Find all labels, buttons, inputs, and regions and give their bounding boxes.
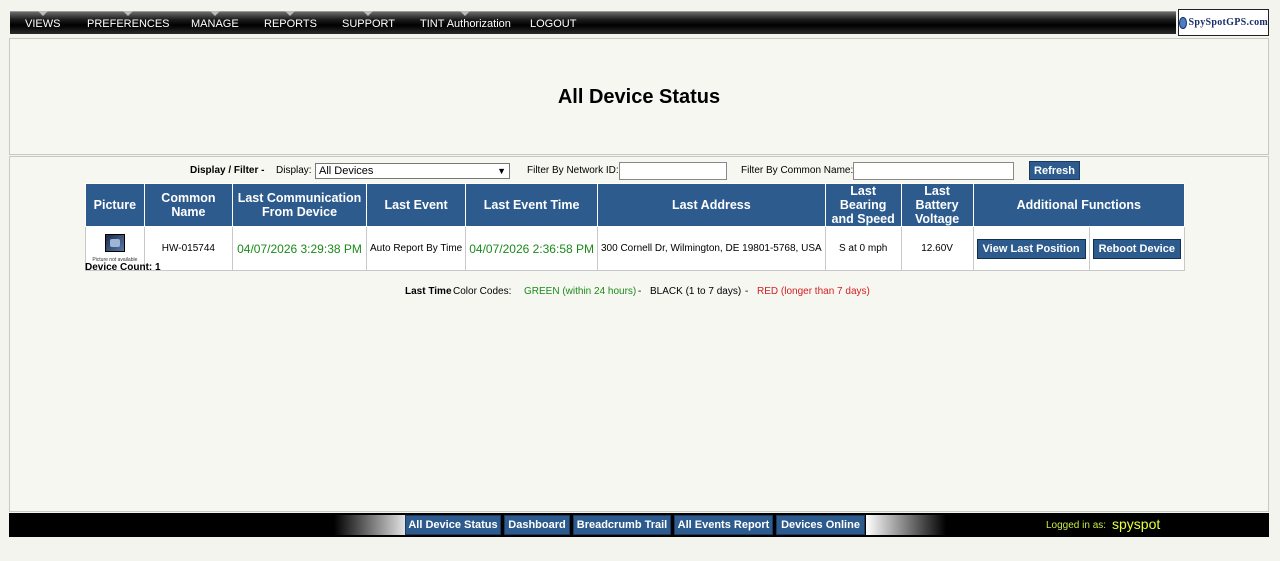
nav-tint-label: TINT Authorization: [420, 18, 511, 30]
legend-green: GREEN (within 24 hours): [524, 286, 637, 297]
cell-bearing-speed: S at 0 mph: [824, 226, 902, 271]
cell-view-position: View Last Position: [972, 226, 1090, 271]
legend-red: RED (longer than 7 days): [757, 286, 870, 297]
header-battery-voltage: Last Battery Voltage: [900, 183, 974, 227]
nav-preferences-label: PREFERENCES: [87, 18, 170, 30]
bottom-all-events-report-button[interactable]: All Events Report: [674, 515, 773, 535]
legend-separator: -: [638, 286, 642, 297]
header-last-communication: Last Communication From Device: [232, 183, 367, 227]
header-additional-functions: Additional Functions: [972, 183, 1186, 227]
caret-icon: [123, 11, 134, 16]
legend-separator: -: [745, 286, 749, 297]
bottom-breadcrumb-trail-button[interactable]: Breadcrumb Trail: [573, 515, 671, 535]
device-count: Device Count: 1: [85, 262, 161, 273]
nav-tint-authorization[interactable]: TINT Authorization: [420, 11, 511, 30]
filter-heading: Display / Filter -: [190, 165, 265, 176]
legend-black: BLACK (1 to 7 days): [650, 286, 742, 297]
title-panel: All Device Status: [9, 38, 1269, 155]
bottom-all-device-status-button[interactable]: All Device Status: [405, 515, 501, 535]
header-picture: Picture: [85, 183, 145, 227]
bottom-devices-online-button[interactable]: Devices Online: [776, 515, 865, 535]
top-nav-bar: VIEWS PREFERENCES MANAGE REPORTS SUPPORT…: [10, 11, 1176, 34]
nav-manage[interactable]: MANAGE: [191, 11, 239, 30]
bottom-dashboard-button[interactable]: Dashboard: [504, 515, 570, 535]
view-last-position-button[interactable]: View Last Position: [976, 238, 1086, 259]
refresh-button[interactable]: Refresh: [1029, 161, 1080, 180]
nav-reports-label: REPORTS: [264, 18, 317, 30]
caret-icon: [37, 11, 48, 16]
table-header-row: Picture Common Name Last Communication F…: [85, 183, 1186, 227]
display-select-value: All Devices: [319, 165, 374, 177]
header-last-address: Last Address: [597, 183, 826, 227]
nav-support-label: SUPPORT: [342, 18, 395, 30]
page-title: All Device Status: [557, 86, 721, 108]
cell-last-event-time: 04/07/2026 2:36:58 PM: [465, 226, 598, 271]
nav-manage-label: MANAGE: [191, 18, 239, 30]
gradient-divider: [334, 515, 414, 535]
nav-support[interactable]: SUPPORT: [342, 11, 395, 30]
nav-preferences[interactable]: PREFERENCES: [87, 11, 170, 30]
nav-logout-label: LOGOUT: [530, 18, 577, 30]
bottom-bar: All Device Status Dashboard Breadcrumb T…: [9, 513, 1269, 537]
header-bearing-speed: Last Bearing and Speed: [824, 183, 902, 227]
cell-reboot: Reboot Device: [1088, 226, 1186, 271]
cell-last-communication: 04/07/2026 3:29:38 PM: [232, 226, 367, 271]
caret-icon: [285, 11, 296, 16]
display-select[interactable]: All Devices ▼: [315, 163, 510, 179]
common-name-input[interactable]: [853, 162, 1014, 180]
gradient-divider: [866, 515, 946, 535]
spyspotgps-logo[interactable]: SpySpotGPS.com: [1178, 9, 1269, 36]
header-common-name: Common Name: [143, 183, 234, 227]
nav-reports[interactable]: REPORTS: [264, 11, 317, 30]
picture-placeholder-icon: [104, 234, 125, 252]
nav-views[interactable]: VIEWS: [25, 11, 61, 30]
display-label: Display:: [276, 165, 312, 176]
cell-last-address: 300 Cornell Dr, Wilmington, DE 19801-576…: [597, 226, 826, 271]
caret-icon: [363, 11, 374, 16]
legend-label: Color Codes:: [453, 286, 512, 297]
header-last-event-time: Last Event Time: [465, 183, 598, 227]
logged-in-label: Logged in as:: [1046, 520, 1107, 531]
cell-last-event: Auto Report By Time: [365, 226, 467, 271]
common-name-label: Filter By Common Name:: [741, 165, 854, 176]
logged-in-username: spyspot: [1112, 516, 1161, 532]
caret-icon: [209, 11, 220, 16]
logo-text: SpySpotGPS.com: [1188, 17, 1268, 28]
chevron-down-icon: ▼: [497, 166, 506, 176]
cell-battery-voltage: 12.60V: [900, 226, 974, 271]
satellite-icon: [1179, 16, 1187, 29]
network-id-label: Filter By Network ID:: [527, 165, 619, 176]
legend-label-bold: Last Time: [405, 286, 452, 297]
caret-icon: [460, 11, 471, 16]
nav-logout[interactable]: LOGOUT: [530, 18, 576, 30]
network-id-input[interactable]: [619, 162, 727, 180]
reboot-device-button[interactable]: Reboot Device: [1092, 238, 1181, 259]
nav-views-label: VIEWS: [25, 18, 61, 30]
header-last-event: Last Event: [365, 183, 467, 227]
table-row: Picture not available HW-015744 04/07/20…: [85, 226, 1186, 271]
device-status-table: Picture Common Name Last Communication F…: [85, 183, 1186, 271]
